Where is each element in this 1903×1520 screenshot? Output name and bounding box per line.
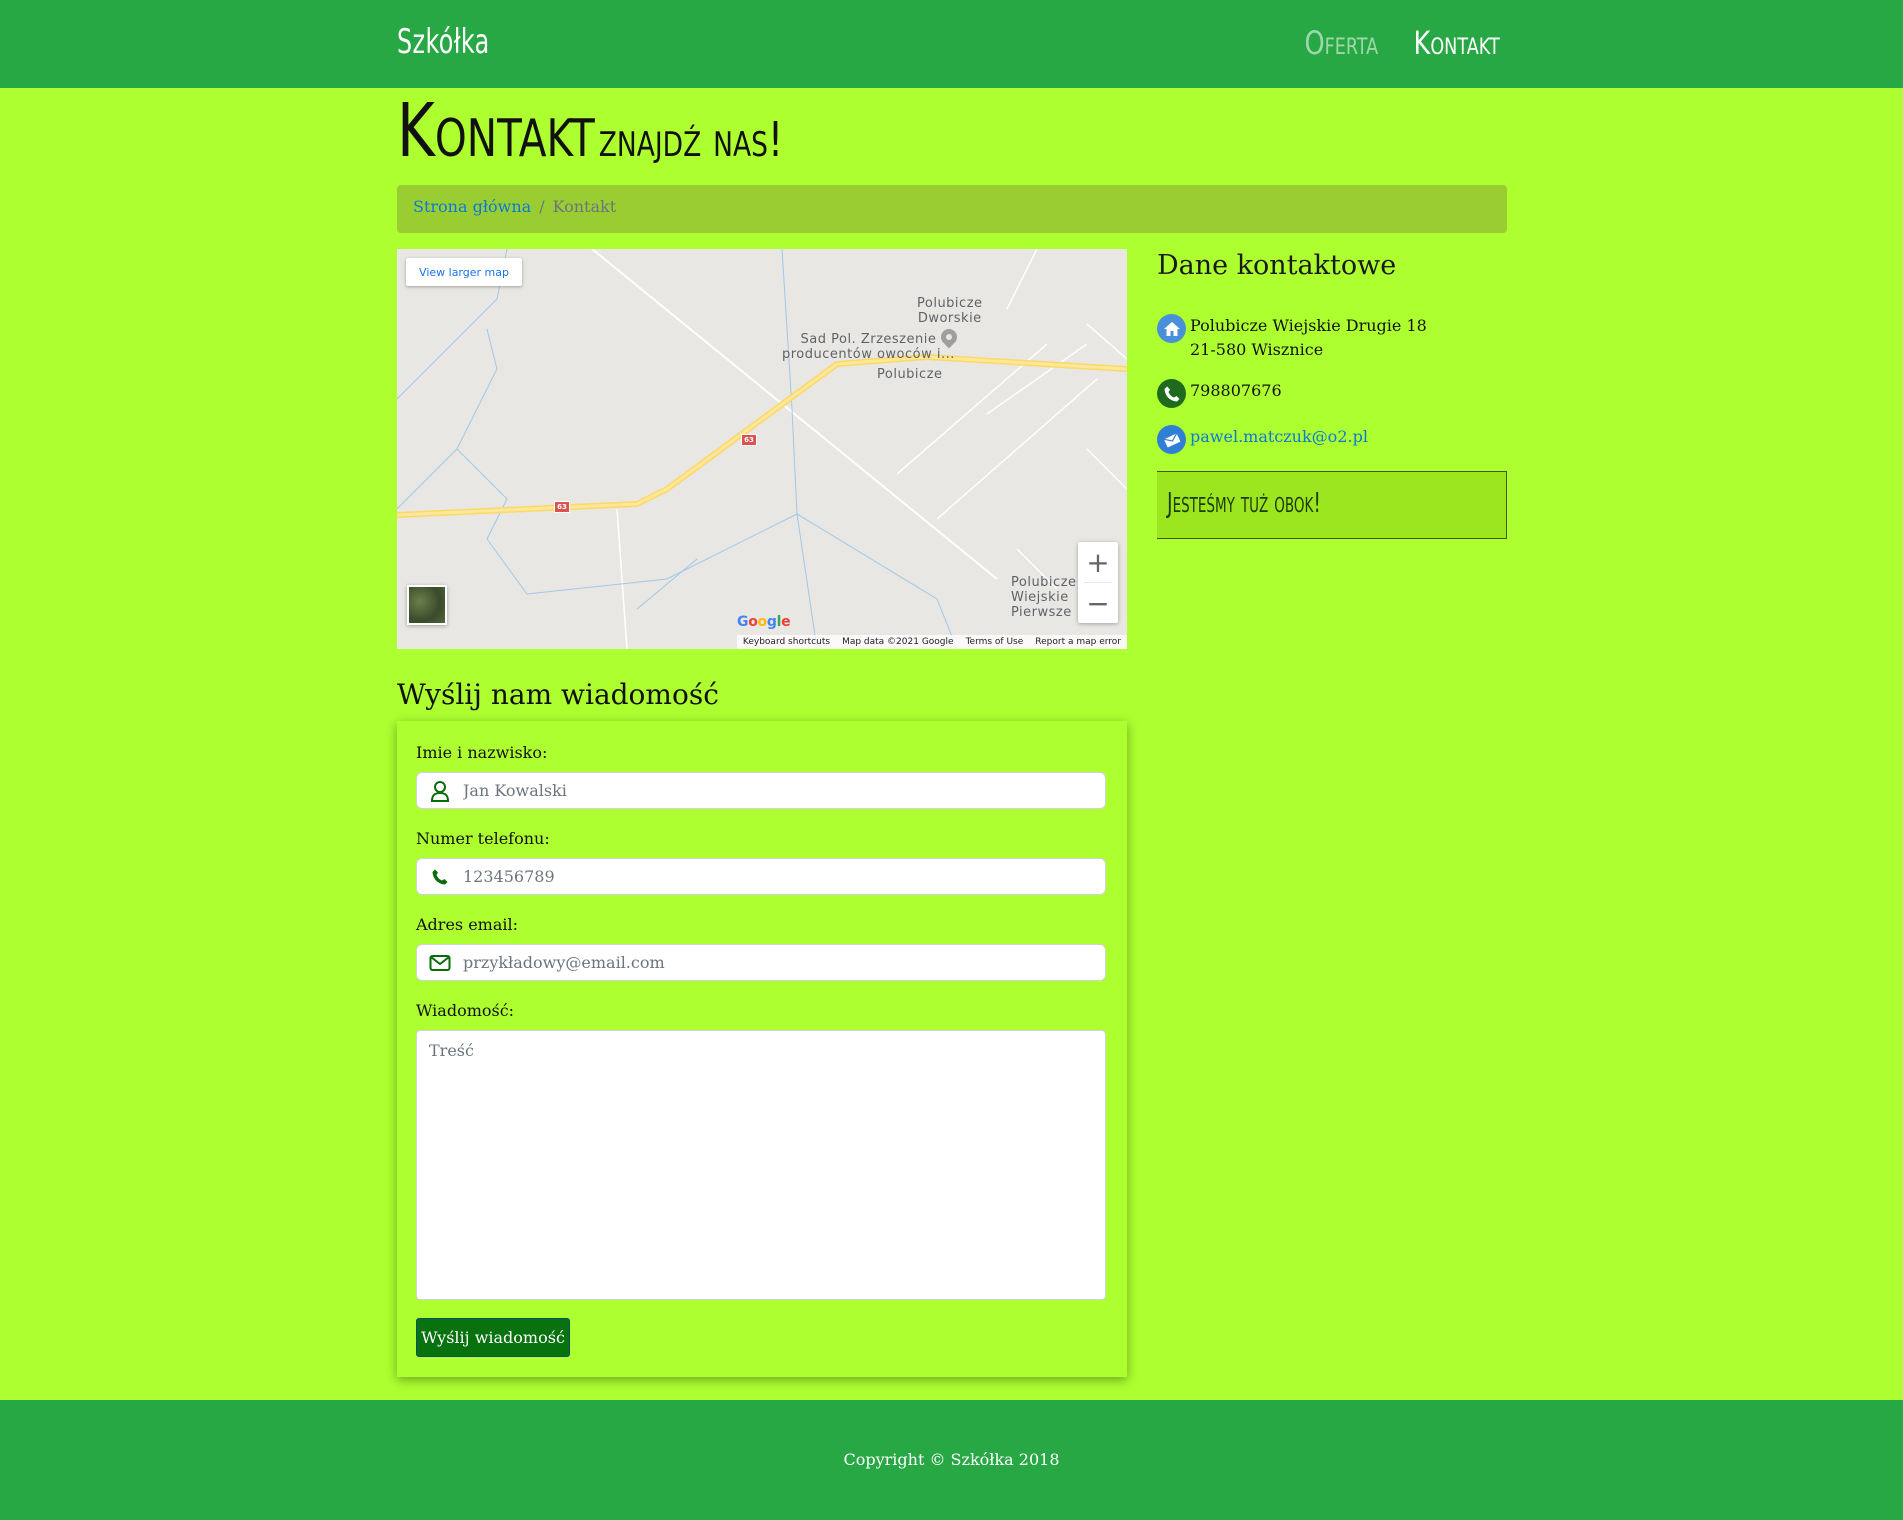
contact-email: pawel.matczuk@o2.pl: [1157, 425, 1368, 454]
nav-links: Oferta Kontakt: [1286, 24, 1500, 62]
contact-phone: 798807676: [1157, 379, 1282, 408]
google-logo: Google: [737, 614, 791, 630]
map-data-text: Map data ©2021 Google: [842, 637, 954, 647]
message-textarea[interactable]: [416, 1030, 1106, 1300]
envelope-icon: [417, 954, 463, 972]
zoom-in-button[interactable]: +: [1078, 542, 1118, 582]
send-message-button[interactable]: Wyślij wiadomość: [416, 1318, 570, 1357]
zoom-out-button[interactable]: −: [1078, 583, 1118, 623]
phone-input[interactable]: [463, 867, 1083, 886]
phone-number: 798807676: [1190, 381, 1282, 400]
phone-label: Numer telefonu:: [416, 829, 550, 848]
phone-icon: [417, 868, 463, 886]
page-title-main: Kontakt: [397, 88, 595, 174]
phone-icon: [1157, 379, 1186, 408]
breadcrumb: Strona główna / Kontakt: [397, 185, 1507, 233]
name-label: Imie i nazwisko:: [416, 743, 548, 762]
nearby-banner-text: Jesteśmy tuż obok!: [1167, 486, 1321, 519]
message-label: Wiadomość:: [416, 1001, 515, 1020]
address-line-2: 21-580 Wisznice: [1190, 340, 1324, 359]
email-field[interactable]: [416, 944, 1106, 981]
copyright-text: Copyright © Szkółka 2018: [843, 1450, 1060, 1469]
satellite-toggle-button[interactable]: [407, 585, 447, 625]
google-map[interactable]: View larger map Polubicze Dworskie Sad P…: [397, 249, 1127, 649]
map-report-error-link[interactable]: Report a map error: [1035, 637, 1121, 647]
email-icon: [1157, 425, 1186, 454]
page-title: Kontakt znajdź nas!: [397, 88, 783, 174]
address-line-1: Polubicze Wiejskie Drugie 18: [1190, 316, 1427, 335]
name-field[interactable]: [416, 772, 1106, 809]
breadcrumb-current: Kontakt: [552, 197, 617, 216]
navbar: Szkółka Oferta Kontakt: [0, 0, 1903, 88]
email-input[interactable]: [463, 953, 1083, 972]
phone-field[interactable]: [416, 858, 1106, 895]
map-footer: Keyboard shortcuts Map data ©2021 Google…: [736, 635, 1127, 649]
name-input[interactable]: [463, 781, 1083, 800]
road-shield-icon: 63: [554, 501, 570, 513]
form-title: Wyślij nam wiadomość: [397, 678, 719, 711]
page-title-subtitle: znajdź nas!: [598, 112, 783, 168]
map-keyboard-shortcuts-link[interactable]: Keyboard shortcuts: [743, 637, 830, 647]
map-label-pierwsze: Polubicze Wiejskie Pierwsze: [1011, 575, 1077, 620]
map-terms-link[interactable]: Terms of Use: [966, 637, 1024, 647]
map-label-dworskie: Polubicze Dworskie: [917, 296, 983, 326]
email-link[interactable]: pawel.matczuk@o2.pl: [1190, 425, 1368, 449]
user-icon: [417, 780, 463, 802]
map-zoom-controls: + −: [1078, 542, 1118, 623]
view-larger-map-button[interactable]: View larger map: [406, 258, 522, 286]
contact-address: Polubicze Wiejskie Drugie 18 21-580 Wisz…: [1157, 314, 1427, 362]
nav-link-oferta[interactable]: Oferta: [1305, 24, 1379, 62]
road-shield-icon: 63: [741, 434, 757, 446]
map-label-polubicze: Polubicze: [877, 367, 943, 382]
brand-logo[interactable]: Szkółka: [397, 22, 490, 62]
nav-link-kontakt[interactable]: Kontakt: [1414, 24, 1500, 62]
breadcrumb-home-link[interactable]: Strona główna: [413, 197, 531, 216]
contact-title: Dane kontaktowe: [1157, 250, 1397, 281]
footer: Copyright © Szkółka 2018: [0, 1400, 1903, 1520]
breadcrumb-separator: /: [539, 197, 545, 216]
map-label-poi[interactable]: Sad Pol. Zrzeszenie producentów owoców i…: [782, 332, 955, 362]
home-icon: [1157, 314, 1186, 343]
email-label: Adres email:: [416, 915, 519, 934]
contact-form: Imie i nazwisko: Numer telefonu: Adres e…: [397, 721, 1127, 1377]
nearby-banner: Jesteśmy tuż obok!: [1157, 471, 1507, 539]
